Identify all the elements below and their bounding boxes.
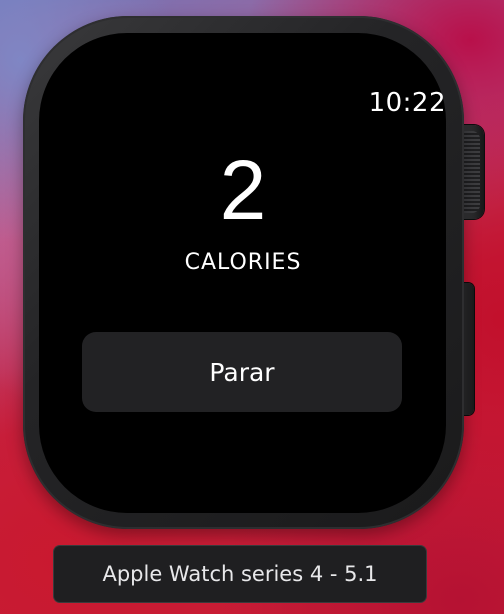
calories-label: CALORIES (184, 250, 302, 275)
clock-time: 10:22 (368, 88, 446, 118)
stop-button[interactable]: Parar (82, 332, 402, 412)
device-name-label: Apple Watch series 4 - 5.1 (54, 546, 426, 602)
calories-value: 2 (219, 143, 267, 237)
